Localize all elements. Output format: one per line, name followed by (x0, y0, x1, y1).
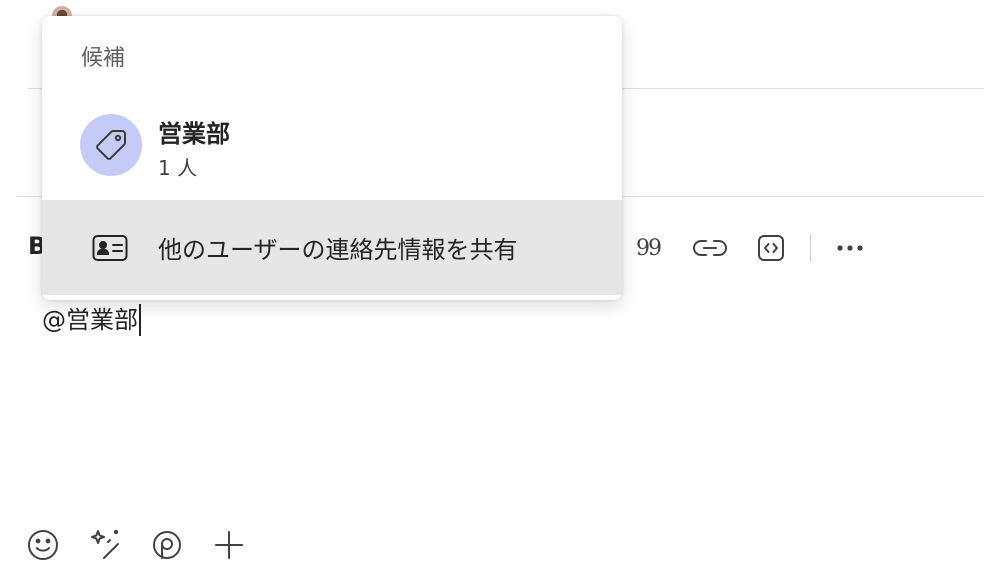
add-icon (215, 531, 243, 559)
suggestions-header: 候補 (81, 46, 126, 71)
copilot-button[interactable] (88, 528, 122, 562)
emoji-button[interactable] (26, 528, 60, 562)
tag-icon (96, 130, 126, 160)
link-button[interactable] (690, 232, 730, 264)
loop-button[interactable] (150, 528, 184, 562)
text-caret (139, 304, 141, 336)
suggestion-member-count: 1 人 (158, 156, 198, 180)
share-contact-info-option[interactable]: 他のユーザーの連絡先情報を共有 (42, 200, 622, 295)
loop-component-icon (153, 531, 181, 559)
tag-avatar (80, 114, 142, 176)
quote-button[interactable]: 99 (630, 232, 666, 264)
code-snippet-icon (758, 235, 784, 261)
message-input[interactable]: @営業部 (42, 304, 141, 336)
contact-card-icon (92, 235, 128, 261)
mention-suggestion-popup: 候補 営業部 1 人 他のユーザーの連絡先情報を共有 (42, 16, 622, 300)
message-input-text: @営業部 (42, 306, 138, 334)
share-contact-info-label: 他のユーザーの連絡先情報を共有 (158, 236, 518, 264)
emoji-icon (28, 530, 58, 560)
copilot-sparkle-icon (91, 529, 119, 559)
suggestion-name: 営業部 (158, 120, 230, 148)
link-icon (693, 240, 727, 256)
add-button[interactable] (212, 528, 246, 562)
code-snippet-button[interactable] (754, 232, 788, 264)
more-options-button[interactable] (832, 232, 868, 264)
toolbar-separator (810, 234, 811, 262)
more-options-icon (837, 245, 863, 251)
suggestion-item-tag[interactable]: 営業部 1 人 (42, 104, 622, 188)
quote-icon: 99 (636, 235, 662, 261)
